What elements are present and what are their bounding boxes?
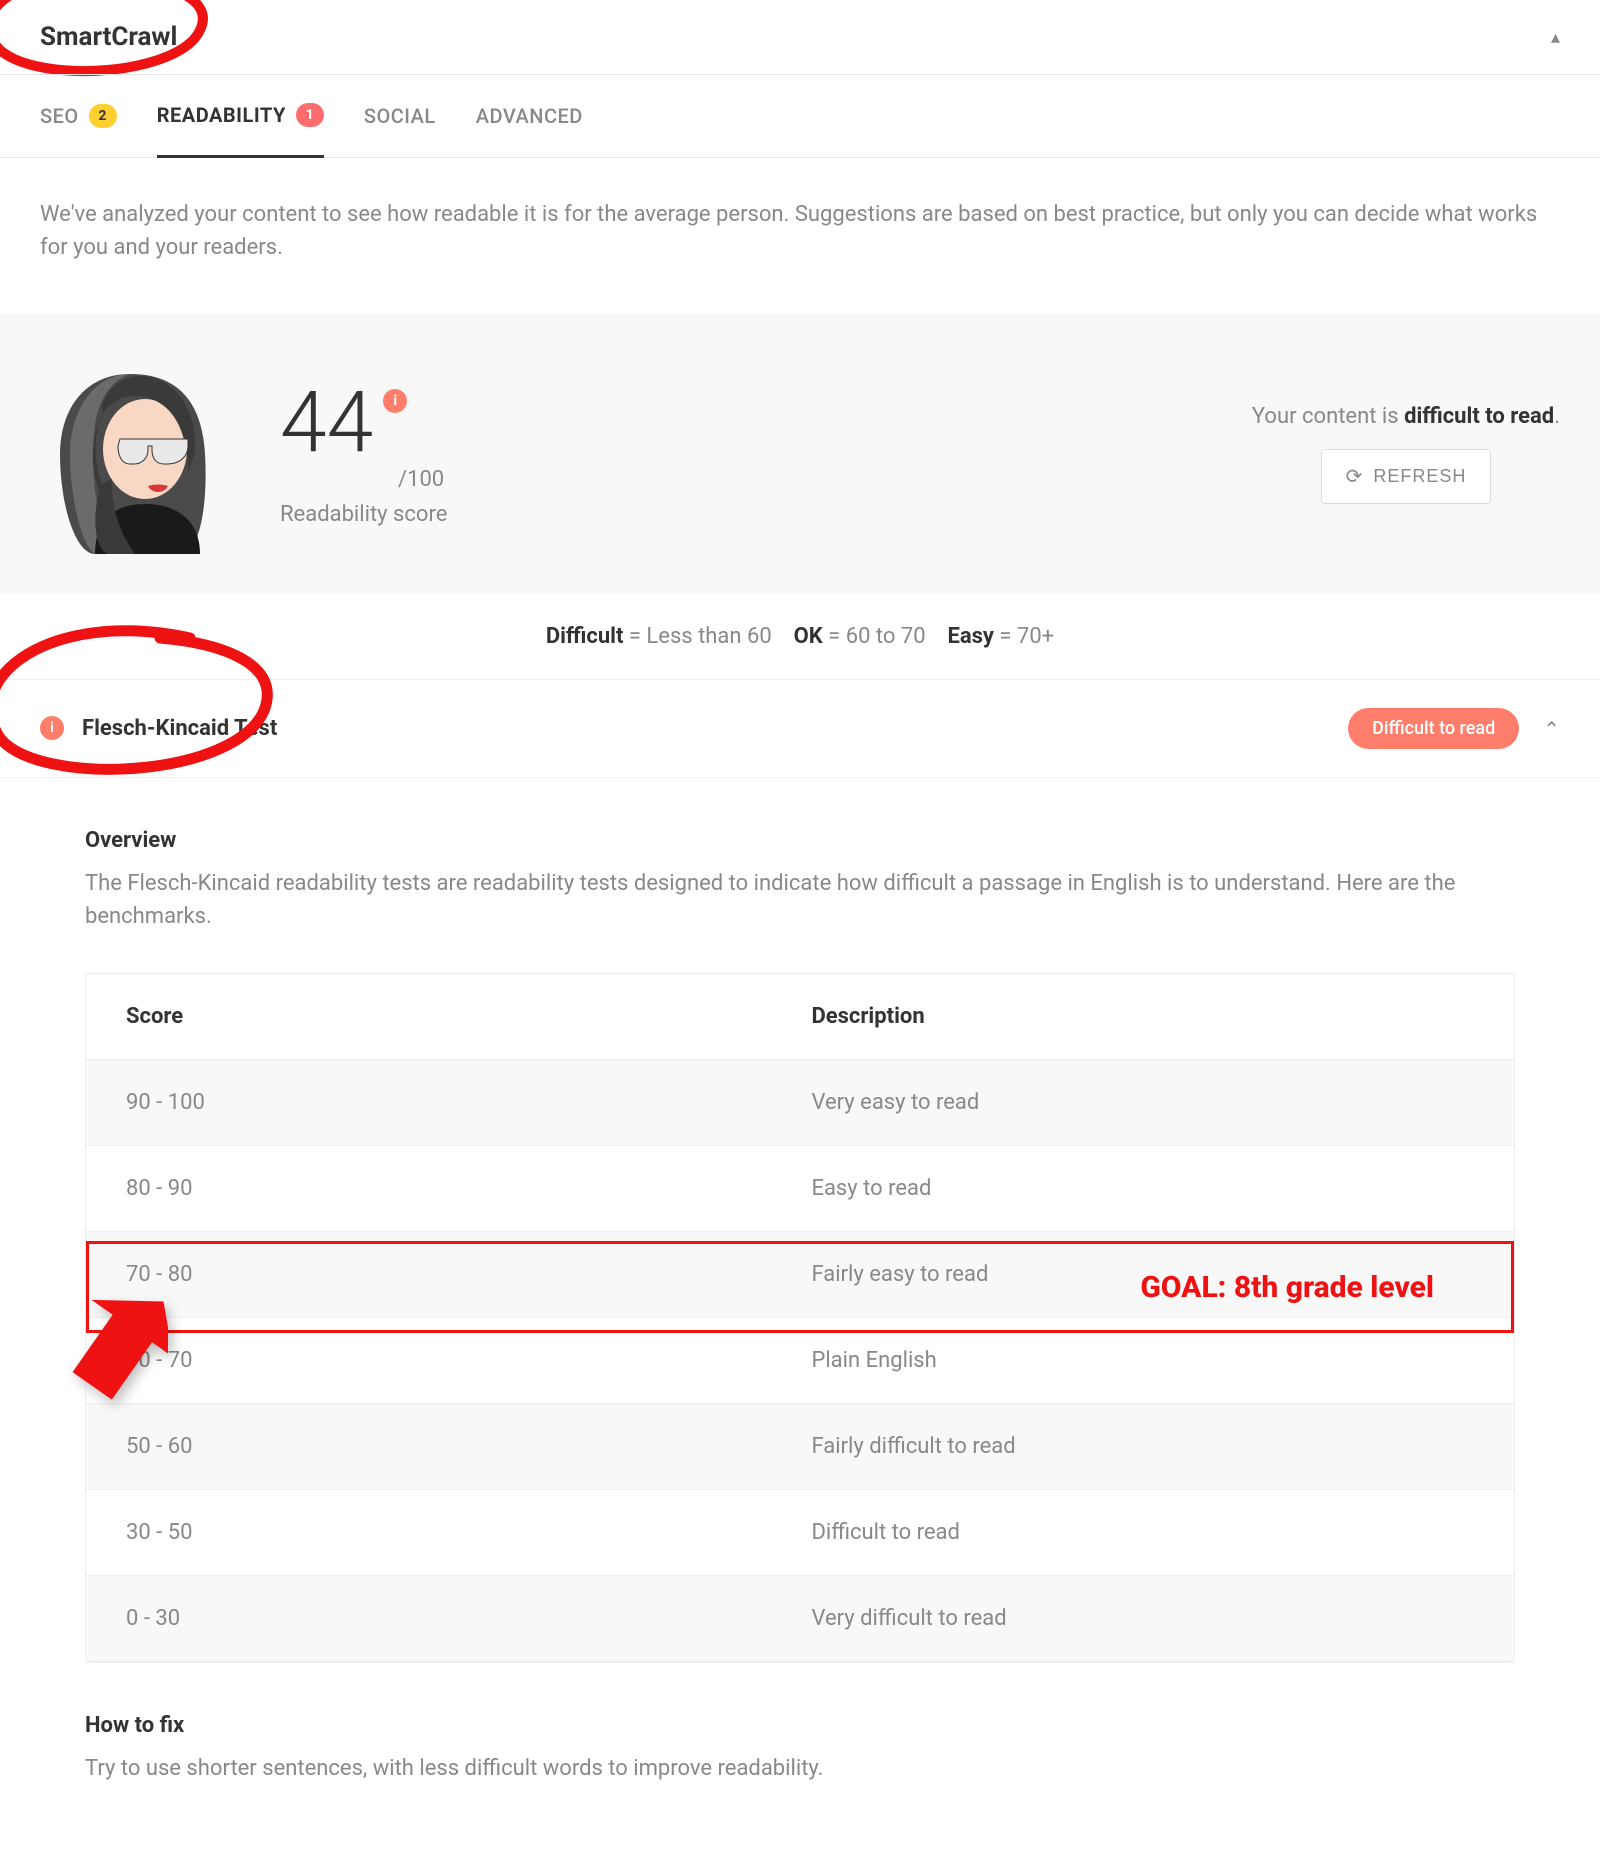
benchmark-table: Score Description 90 - 100 Very easy to … <box>85 973 1515 1663</box>
tab-advanced[interactable]: ADVANCED <box>476 76 583 156</box>
legend-ok-val: = 60 to 70 <box>823 624 926 649</box>
legend-diff-label: Difficult <box>546 624 624 649</box>
tab-social-label: SOCIAL <box>364 104 436 128</box>
collapse-caret-icon[interactable]: ▴ <box>1551 27 1560 48</box>
accordion-title: Flesch-Kincaid Test <box>82 716 277 741</box>
howto-heading: How to fix <box>85 1713 1515 1738</box>
refresh-button[interactable]: ⟳ REFRESH <box>1321 449 1492 504</box>
tabs: SEO 2 READABILITY 1 SOCIAL ADVANCED <box>0 75 1600 158</box>
cell-score: 50 - 60 <box>86 1404 771 1489</box>
table-row: 30 - 50 Difficult to read <box>86 1490 1514 1576</box>
tab-seo[interactable]: SEO 2 <box>40 76 117 156</box>
tab-readability-label: READABILITY <box>157 103 286 127</box>
col-score: Score <box>86 974 771 1059</box>
cell-desc: Very difficult to read <box>771 1576 1514 1661</box>
status-strong: difficult to read <box>1404 404 1554 429</box>
score-panel: 44 i /100 Readability score Your content… <box>0 314 1600 594</box>
legend-ok-label: OK <box>794 624 823 649</box>
cell-score: 0 - 30 <box>86 1576 771 1661</box>
table-row: 80 - 90 Easy to read <box>86 1146 1514 1232</box>
table-row: 60 - 70 Plain English <box>86 1318 1514 1404</box>
table-row: 90 - 100 Very easy to read <box>86 1060 1514 1146</box>
cell-desc: Very easy to read <box>771 1060 1514 1145</box>
avatar <box>40 354 220 554</box>
legend: Difficult = Less than 60 OK = 60 to 70 E… <box>0 594 1600 679</box>
score-value: 44 <box>280 381 373 465</box>
cell-desc: Plain English <box>771 1318 1514 1403</box>
howto-text: Try to use shorter sentences, with less … <box>85 1752 1515 1785</box>
header-bar: SmartCrawl ▴ <box>0 0 1600 75</box>
app-title: SmartCrawl <box>40 22 177 52</box>
overview-text: The Flesch-Kincaid readability tests are… <box>85 867 1515 933</box>
status-block: Your content is difficult to read. ⟳ REF… <box>1252 404 1560 504</box>
legend-easy-val: = 70+ <box>994 624 1054 649</box>
status-prefix: Your content is <box>1252 404 1404 429</box>
score-total: /100 <box>398 467 444 492</box>
cell-score: 80 - 90 <box>86 1146 771 1231</box>
tab-readability[interactable]: READABILITY 1 <box>157 75 324 158</box>
refresh-label: REFRESH <box>1373 466 1466 487</box>
tab-seo-badge: 2 <box>89 104 117 128</box>
status-text: Your content is difficult to read. <box>1252 404 1560 429</box>
legend-easy-label: Easy <box>947 624 994 649</box>
status-suffix: . <box>1554 404 1560 429</box>
content-section: Overview The Flesch-Kincaid readability … <box>40 778 1560 1845</box>
info-icon[interactable]: i <box>383 389 407 413</box>
table-row-goal: 70 - 80 Fairly easy to read <box>86 1232 1514 1318</box>
tab-advanced-label: ADVANCED <box>476 104 583 128</box>
cell-score: 70 - 80 <box>86 1232 771 1317</box>
cell-score: 60 - 70 <box>86 1318 771 1403</box>
cell-score: 30 - 50 <box>86 1490 771 1575</box>
status-pill: Difficult to read <box>1348 708 1519 749</box>
cell-desc: Difficult to read <box>771 1490 1514 1575</box>
accordion-header[interactable]: i Flesch-Kincaid Test Difficult to read … <box>0 679 1600 778</box>
table-header: Score Description <box>86 974 1514 1060</box>
refresh-icon: ⟳ <box>1346 464 1364 489</box>
cell-desc: Fairly easy to read <box>771 1232 1514 1317</box>
overview-heading: Overview <box>85 828 1515 853</box>
tab-readability-badge: 1 <box>296 103 324 127</box>
cell-desc: Easy to read <box>771 1146 1514 1231</box>
chevron-up-icon[interactable]: ⌃ <box>1543 717 1560 741</box>
table-row: 0 - 30 Very difficult to read <box>86 1576 1514 1662</box>
cell-score: 90 - 100 <box>86 1060 771 1145</box>
cell-desc: Fairly difficult to read <box>771 1404 1514 1489</box>
intro-text: We've analyzed your content to see how r… <box>0 158 1600 314</box>
score-label: Readability score <box>280 502 447 527</box>
tab-social[interactable]: SOCIAL <box>364 76 436 156</box>
score-block: 44 i /100 Readability score <box>280 381 447 527</box>
info-icon: i <box>40 716 64 740</box>
tab-seo-label: SEO <box>40 104 79 128</box>
table-row: 50 - 60 Fairly difficult to read <box>86 1404 1514 1490</box>
legend-diff-val: = Less than 60 <box>623 624 771 649</box>
col-desc: Description <box>771 974 1514 1059</box>
